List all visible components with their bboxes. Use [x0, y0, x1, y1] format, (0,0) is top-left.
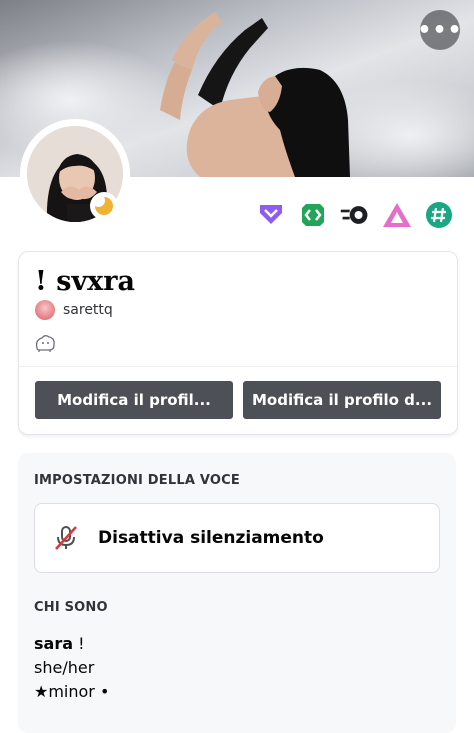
profile-card: ! svxra sarettq Modifica il profil... Mo… [18, 251, 458, 435]
username-avatar-icon [35, 300, 55, 320]
hashtag-quest-icon[interactable] [423, 199, 455, 231]
more-options-button[interactable]: ••• [417, 10, 462, 50]
hypesquad-icon[interactable] [381, 199, 413, 231]
active-developer-icon[interactable] [297, 199, 329, 231]
muted-microphone-icon [53, 524, 79, 556]
pet-icon [33, 332, 57, 358]
unmute-button[interactable]: Disattiva silenziamento [34, 503, 440, 573]
about-line-2: she/her [34, 658, 95, 677]
badge-list [255, 199, 455, 231]
idle-status-icon [90, 192, 118, 220]
unmute-label: Disattiva silenziamento [98, 528, 324, 548]
about-line-3: ★minor • [34, 682, 110, 701]
profile-details-section: IMPOSTAZIONI DELLA VOCE Disattiva silenz… [18, 453, 456, 733]
edit-profile-button[interactable]: Modifica il profil... [35, 381, 233, 419]
username[interactable]: sarettq [63, 302, 113, 318]
nitro-subscriber-icon[interactable] [255, 199, 287, 231]
edit-server-profile-button[interactable]: Modifica il profilo d... [243, 381, 441, 419]
about-line-1: sara ! [34, 634, 85, 653]
display-name: ! svxra [35, 266, 135, 297]
about-me-title: CHI SONO [34, 600, 108, 615]
username-row: sarettq [35, 300, 113, 320]
voice-settings-title: IMPOSTAZIONI DELLA VOCE [34, 473, 240, 488]
server-boost-icon[interactable] [339, 199, 371, 231]
